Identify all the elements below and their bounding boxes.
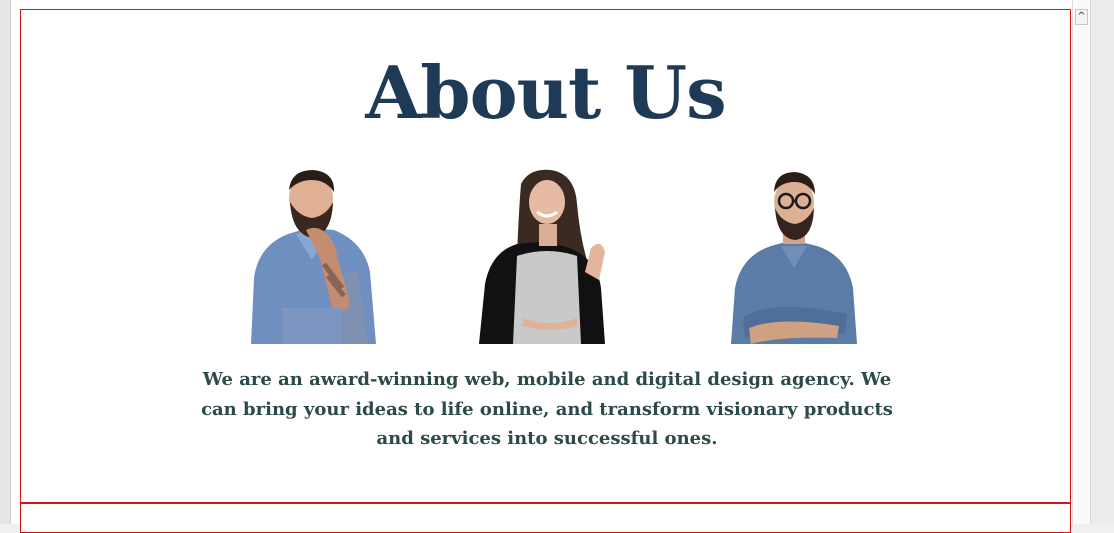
team-member-photo-2 [473, 168, 623, 344]
page-title: About Us [365, 50, 726, 135]
team-member-photo-1 [236, 168, 386, 344]
next-section-top [20, 503, 1071, 533]
bearded-man-thinking-photo [251, 170, 376, 344]
window-left-edge [0, 0, 11, 524]
team-photos [21, 168, 1070, 344]
vertical-scrollbar[interactable]: ^ [1072, 0, 1090, 524]
smiling-woman-photo [479, 169, 605, 344]
man-with-glasses-arms-crossed-photo [731, 172, 857, 344]
about-description: We are an award-winning web, mobile and … [201, 369, 893, 449]
team-member-photo-3 [719, 168, 869, 344]
about-section: About Us We are an award-winning web, mo… [20, 9, 1071, 503]
window-right-edge [1090, 0, 1114, 524]
scroll-up-arrow-icon[interactable]: ^ [1075, 9, 1088, 25]
page-viewport: About Us We are an award-winning web, mo… [11, 0, 1072, 533]
